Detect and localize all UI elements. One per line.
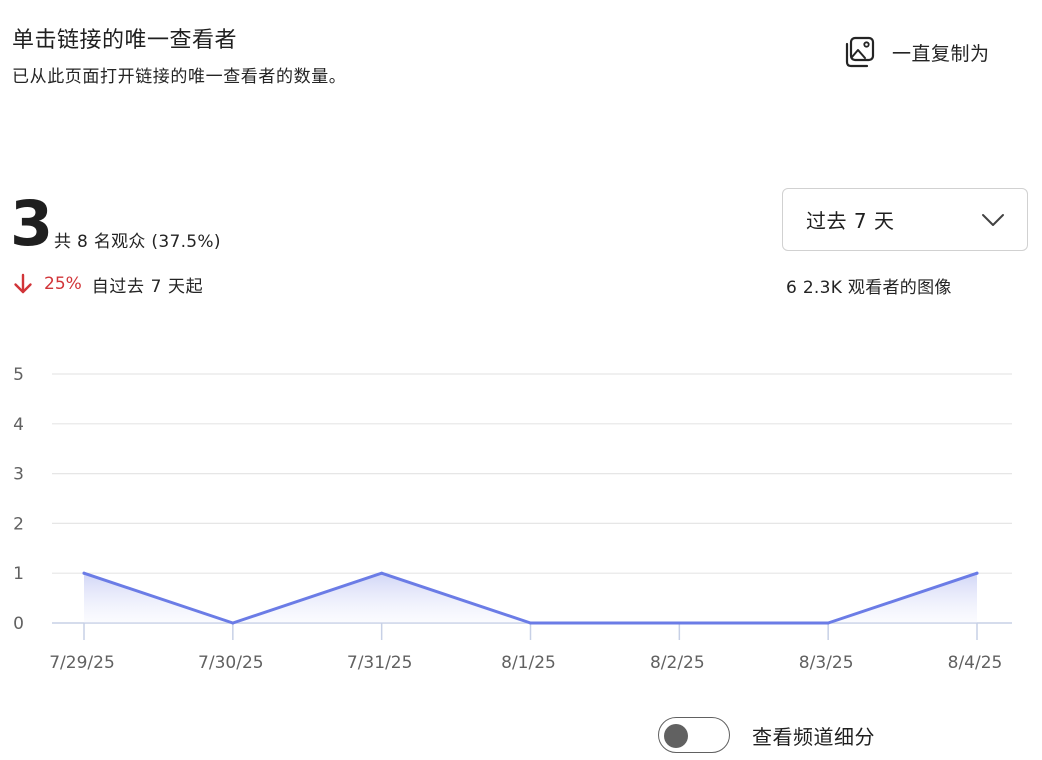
data-point bbox=[82, 571, 86, 575]
date-range-value: 过去 7 天 bbox=[806, 209, 895, 233]
page-subtitle: 已从此页面打开链接的唯一查看者的数量。 bbox=[12, 67, 347, 87]
data-point bbox=[975, 571, 979, 575]
x-tick-label: 8/4/25 bbox=[948, 653, 1003, 673]
y-tick-label: 0 bbox=[13, 614, 24, 634]
data-point bbox=[826, 621, 830, 625]
x-tick-label: 7/31/25 bbox=[347, 653, 413, 673]
copy-as-image-button[interactable]: 一直复制为 bbox=[842, 34, 990, 70]
y-tick-label: 5 bbox=[13, 365, 24, 385]
arrow-down-icon bbox=[12, 272, 34, 296]
y-tick-label: 2 bbox=[13, 514, 24, 534]
total-viewers-text: 6 2.3K 观看者的图像 bbox=[786, 278, 952, 298]
change-indicator: 25% 自过去 7 天起 bbox=[12, 270, 203, 298]
toggle-knob bbox=[664, 724, 688, 748]
x-tick-label: 8/1/25 bbox=[501, 653, 556, 673]
chevron-down-icon bbox=[981, 212, 1005, 228]
y-tick-label: 3 bbox=[13, 465, 24, 485]
x-tick-label: 7/30/25 bbox=[198, 653, 264, 673]
page-title: 单击链接的唯一查看者 bbox=[12, 28, 238, 53]
data-point bbox=[529, 621, 532, 625]
y-tick-label: 1 bbox=[13, 564, 24, 584]
channel-breakdown-label: 查看频道细分 bbox=[752, 724, 875, 749]
data-point bbox=[677, 621, 681, 625]
unique-viewers-value: 3 bbox=[10, 187, 54, 260]
image-copy-icon bbox=[842, 35, 876, 69]
copy-as-image-label: 一直复制为 bbox=[892, 42, 990, 65]
channel-breakdown-row: 查看频道细分 bbox=[658, 716, 875, 754]
data-point bbox=[380, 571, 384, 575]
change-since-text: 自过去 7 天起 bbox=[91, 276, 204, 297]
viewers-area-chart: 0 1 2 3 4 5 7/29/25 7/30/25 7/31/25 8/1/25 8/2/25 8… bbox=[13, 365, 1012, 673]
x-tick-label: 7/29/25 bbox=[49, 653, 115, 673]
x-tick-label: 8/3/25 bbox=[799, 653, 854, 673]
y-tick-label: 4 bbox=[13, 415, 24, 435]
data-point bbox=[231, 621, 235, 625]
x-tick-label: 8/2/25 bbox=[650, 653, 705, 673]
channel-breakdown-toggle[interactable] bbox=[658, 717, 730, 753]
series-line bbox=[82, 571, 979, 625]
change-percent: 25% bbox=[44, 274, 82, 294]
of-total-viewers-text: 共 8 名观众 (37.5%) bbox=[54, 232, 221, 252]
date-range-dropdown[interactable]: 过去 7 天 bbox=[782, 188, 1028, 251]
series-area-fill bbox=[84, 573, 977, 623]
